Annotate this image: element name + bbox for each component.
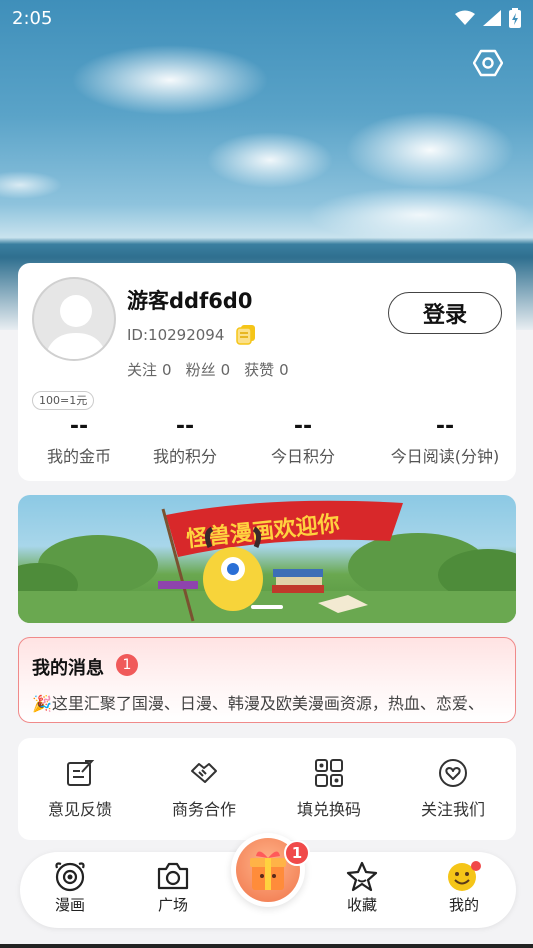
coin-rate-badge: 100=1元 <box>32 391 95 410</box>
messages-title: 我的消息 <box>32 658 104 679</box>
tab-label: 收藏 <box>346 896 377 914</box>
follow-count: 0 <box>162 361 172 379</box>
profile-card: 游客ddf6d0 ID:10292094 关注 0 粉丝 0 获赞 0 登录 100=… <box>18 263 516 481</box>
default-avatar-icon <box>44 295 108 359</box>
metric-label: 我的积分 <box>152 447 217 466</box>
settings-button[interactable] <box>472 48 504 78</box>
settings-hex-icon <box>472 49 504 77</box>
redeem-code-icon <box>315 759 343 787</box>
metric-value: -- <box>69 414 89 439</box>
tab-label: 漫画 <box>54 896 85 914</box>
tool-label: 填兑换码 <box>296 800 361 819</box>
bottom-edge <box>0 944 533 948</box>
promo-banner[interactable]: 怪兽漫画欢迎你 <box>18 495 516 623</box>
fans-count: 0 <box>220 361 231 379</box>
copy-icon <box>236 325 255 345</box>
heart-icon <box>439 759 467 787</box>
messages-card[interactable]: 我的消息 1 🎉这里汇聚了国漫、日漫、韩漫及欧美漫画资源，热血、恋爱、 <box>18 637 516 723</box>
likes-label: 获赞 <box>244 361 275 379</box>
social-stats: 关注 0 粉丝 0 获赞 0 <box>127 359 289 380</box>
metric-today-points[interactable]: -- 今日积分 <box>254 413 352 467</box>
metric-today-reading[interactable]: -- 今日阅读(分钟) <box>384 413 506 467</box>
follow-label: 关注 <box>127 361 158 379</box>
handshake-icon <box>191 763 217 783</box>
tab-label: 我的 <box>448 896 479 914</box>
copy-id-button[interactable] <box>235 323 257 349</box>
gift-count-badge: 1 <box>284 840 310 866</box>
monster-eye-icon <box>55 862 85 892</box>
tab-favorites[interactable]: 收藏 <box>322 860 402 915</box>
follow-stat[interactable]: 关注 0 <box>127 359 172 380</box>
login-button[interactable]: 登录 <box>388 292 502 334</box>
metric-label: 今日阅读(分钟) <box>390 447 500 466</box>
metric-my-coins[interactable]: -- 我的金币 <box>30 413 128 467</box>
tools-card: 意见反馈 商务合作 填兑换码 关注我们 <box>18 738 516 840</box>
feedback-icon <box>67 760 95 786</box>
tool-feedback[interactable]: 意见反馈 <box>18 758 142 820</box>
messages-count-badge: 1 <box>116 654 138 676</box>
avatar[interactable] <box>32 277 116 361</box>
metric-label: 我的金币 <box>46 447 111 466</box>
tool-label: 商务合作 <box>171 800 236 819</box>
star-icon <box>346 861 378 892</box>
camera-icon <box>157 862 189 890</box>
banner-illustration: 怪兽漫画欢迎你 <box>18 500 516 623</box>
username: 游客ddf6d0 <box>127 289 253 313</box>
likes-count: 0 <box>279 361 289 379</box>
status-bar: 2:05 <box>0 0 533 36</box>
metric-label: 今日积分 <box>270 447 335 466</box>
smiley-icon <box>448 861 481 891</box>
signal-icon <box>483 10 501 26</box>
metrics-row: -- 我的金币 -- 我的积分 -- 今日积分 -- 今日阅读(分钟) <box>18 413 516 473</box>
status-time: 2:05 <box>12 7 53 29</box>
tool-label: 关注我们 <box>420 800 485 819</box>
user-id: ID:10292094 <box>127 326 225 344</box>
messages-preview: 🎉这里汇聚了国漫、日漫、韩漫及欧美漫画资源，热血、恋爱、 <box>32 690 508 714</box>
fans-stat[interactable]: 粉丝 0 <box>186 359 231 380</box>
metric-value: -- <box>293 414 313 439</box>
banner-page-indicator <box>251 605 283 609</box>
tab-comics[interactable]: 漫画 <box>30 860 110 915</box>
tool-business[interactable]: 商务合作 <box>142 758 266 820</box>
party-popper-icon: 🎉 <box>32 694 52 713</box>
tab-label: 广场 <box>157 896 188 914</box>
likes-stat[interactable]: 获赞 0 <box>244 359 289 380</box>
battery-icon <box>509 8 521 28</box>
tool-label: 意见反馈 <box>47 800 112 819</box>
messages-preview-text: 这里汇聚了国漫、日漫、韩漫及欧美漫画资源，热血、恋爱、 <box>51 694 484 713</box>
metric-value: -- <box>435 414 455 439</box>
fans-label: 粉丝 <box>185 361 216 379</box>
metric-my-points[interactable]: -- 我的积分 <box>136 413 234 467</box>
tab-square[interactable]: 广场 <box>133 860 213 915</box>
wifi-icon <box>455 10 475 25</box>
tab-mine[interactable]: 我的 <box>424 860 504 915</box>
tool-redeem-code[interactable]: 填兑换码 <box>267 758 391 820</box>
tool-follow-us[interactable]: 关注我们 <box>391 758 515 820</box>
metric-value: -- <box>175 414 195 439</box>
